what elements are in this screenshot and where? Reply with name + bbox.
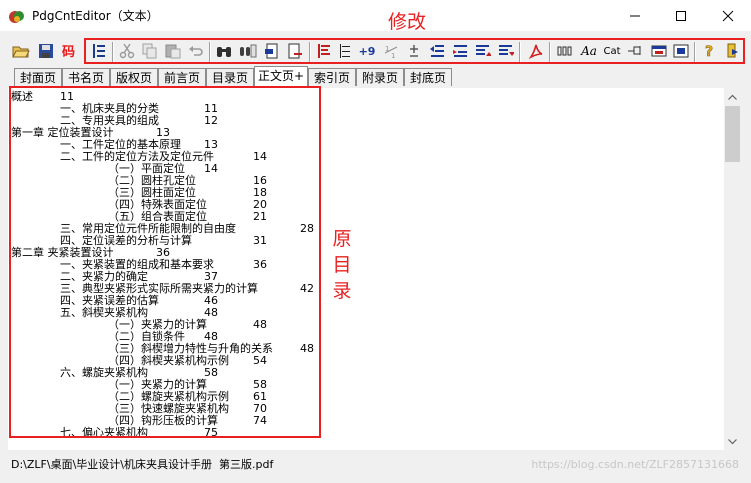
toc-highlight-frame [9,86,321,438]
scroll-down-button[interactable] [724,433,741,450]
open-button[interactable] [11,41,31,61]
window-title: PdgCntEditor（文本） [32,9,159,23]
close-icon [722,10,734,21]
scroll-thumb[interactable] [725,106,740,162]
title-bar[interactable]: PdgCntEditor（文本） 修改 [0,0,751,33]
maximize-button[interactable] [658,0,704,31]
maximize-icon [676,10,686,21]
scroll-up-button[interactable] [724,88,741,105]
tab-copyright[interactable]: 版权页 [110,68,158,86]
watermark-text: https://blog.csdn.net/ZLF2857131668 [531,458,739,471]
save-button[interactable] [36,41,56,61]
open-folder-icon [12,46,30,58]
tab-preface[interactable]: 前言页 [158,68,206,86]
file-path: D:\ZLF\桌面\毕业设计\机床夹具设计手册 第三版.pdf [11,458,274,471]
tab-body[interactable]: 正文页+ [254,66,308,87]
modify-annotation: 修改 [388,11,427,33]
minimize-button[interactable] [612,0,658,31]
tab-back-cover[interactable]: 封底页 [404,68,452,86]
chevron-down-icon [728,438,737,444]
tab-appendix[interactable]: 附录页 [356,68,404,86]
encoding-label[interactable]: 码 [62,41,75,60]
original-toc-annotation: 原目录 [332,228,352,302]
app-window: PdgCntEditor（文本） 修改 码 +9 1 1 Aa Cat ? 封面… [0,0,751,483]
app-logo-icon [9,10,24,23]
tab-title-page[interactable]: 书名页 [62,68,110,86]
save-icon [39,44,53,58]
status-bar: D:\ZLF\桌面\毕业设计\机床夹具设计手册 第三版.pdf https://… [0,455,751,483]
chevron-up-icon [728,94,737,100]
section-tabs: 封面页 书名页 版权页 前言页 目录页 正文页+ 索引页 附录页 封底页 [0,66,751,87]
tab-cover[interactable]: 封面页 [14,68,62,86]
tab-index[interactable]: 索引页 [308,68,356,86]
close-button[interactable] [705,0,751,31]
tab-contents[interactable]: 目录页 [206,68,254,86]
vertical-scrollbar[interactable] [724,88,741,450]
toolbar-highlight-frame [84,38,745,64]
minimize-icon [630,15,640,16]
